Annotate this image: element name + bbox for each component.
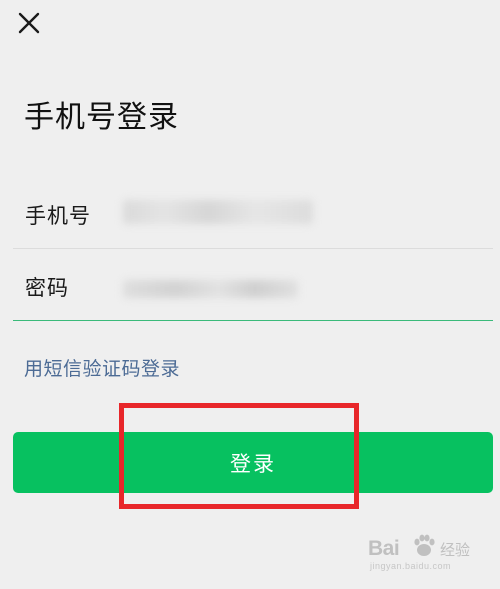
watermark-logo-text: Bai — [368, 537, 400, 560]
password-label: 密码 — [25, 276, 69, 300]
paw-icon — [414, 534, 435, 556]
login-button[interactable]: 登录 — [13, 432, 493, 493]
obscured-phone-value — [123, 200, 313, 224]
watermark-suffix: 经验 — [440, 541, 471, 559]
sms-login-link[interactable]: 用短信验证码登录 — [24, 354, 180, 381]
page-title: 手机号登录 — [24, 100, 179, 135]
password-field: 密码 — [13, 250, 493, 321]
password-input[interactable] — [123, 266, 313, 306]
watermark-url: jingyan.baidu.com — [370, 561, 452, 571]
close-icon — [18, 12, 40, 34]
phone-label: 手机号 — [25, 204, 91, 228]
obscured-password-value — [123, 280, 298, 298]
phone-field: 手机号 — [13, 178, 493, 249]
close-button[interactable] — [14, 8, 44, 38]
baidu-jingyan-watermark: Bai 经验 jingyan.baidu.com — [368, 533, 478, 575]
phone-input[interactable] — [123, 194, 313, 234]
